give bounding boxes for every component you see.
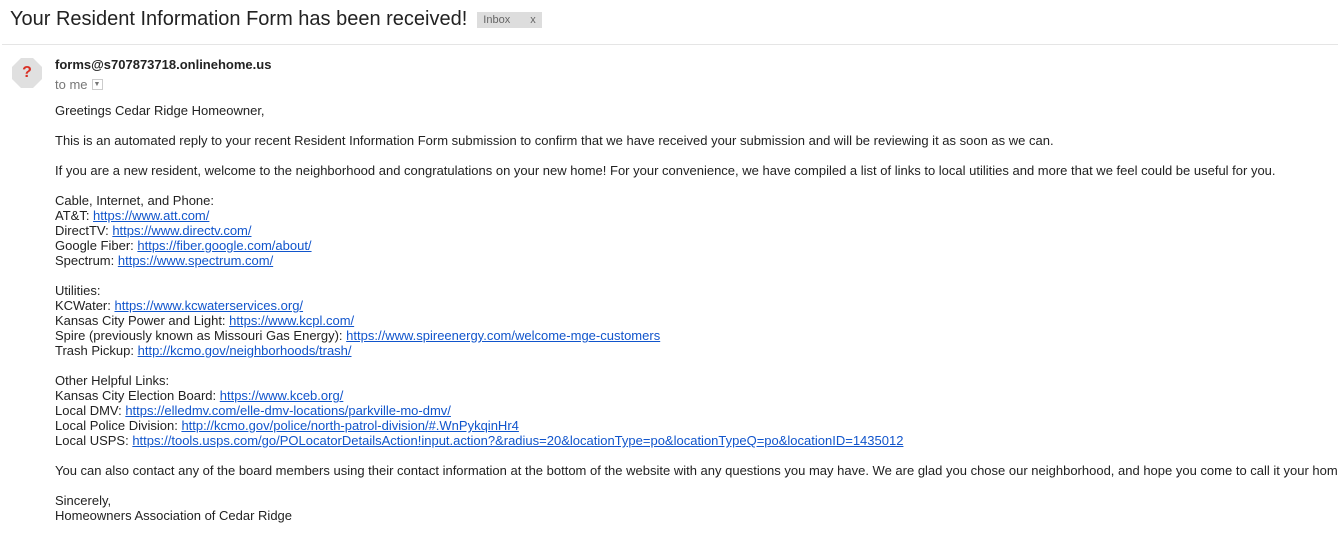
- link-label: Kansas City Election Board:: [55, 388, 220, 403]
- link[interactable]: https://www.kceb.org/: [220, 388, 344, 403]
- link-label: Kansas City Power and Light:: [55, 313, 230, 328]
- inbox-label[interactable]: Inbox x: [477, 11, 542, 28]
- link-group-heading: Other Helpful Links:: [55, 373, 170, 388]
- link-label: Google Fiber:: [55, 238, 138, 253]
- link[interactable]: https://fiber.google.com/about/: [137, 238, 311, 253]
- link[interactable]: https://www.kcwaterservices.org/: [114, 298, 303, 313]
- link-label: Spectrum:: [55, 253, 118, 268]
- signature: Homeowners Association of Cedar Ridge: [55, 508, 293, 523]
- link-group: Cable, Internet, and Phone: AT&T: https:/…: [55, 193, 1335, 268]
- link-label: Trash Pickup:: [55, 343, 138, 358]
- link-label: DirectTV:: [55, 223, 113, 238]
- link[interactable]: https://www.spectrum.com/: [118, 253, 273, 268]
- link-label: AT&T:: [55, 208, 94, 223]
- link-label: Local Police Division:: [55, 418, 182, 433]
- paragraph: You can also contact any of the board me…: [55, 463, 1338, 478]
- recipient-label: to me: [55, 77, 88, 92]
- email-body: Greetings Cedar Ridge Homeowner, This is…: [55, 103, 1338, 538]
- details-dropdown-icon[interactable]: ▼: [91, 79, 103, 90]
- paragraph: If you are a new resident, welcome to th…: [55, 163, 1276, 178]
- link[interactable]: https://www.att.com/: [93, 208, 209, 223]
- link-label: Local USPS:: [55, 433, 133, 448]
- link-label: KCWater:: [55, 298, 115, 313]
- divider: [2, 44, 1338, 45]
- link-group: Other Helpful Links: Kansas City Election…: [55, 373, 1335, 448]
- link-group-heading: Utilities:: [55, 283, 101, 298]
- link-label: Local DMV:: [55, 403, 126, 418]
- link-label: Spire (previously known as Missouri Gas …: [55, 328, 347, 343]
- link[interactable]: https://tools.usps.com/go/POLocatorDetai…: [132, 433, 903, 448]
- greeting: Greetings Cedar Ridge Homeowner,: [55, 103, 265, 118]
- email-subject-bar: Your Resident Information Form has been …: [10, 8, 542, 31]
- link[interactable]: http://kcmo.gov/neighborhoods/trash/: [138, 343, 352, 358]
- paragraph: This is an automated reply to your recen…: [55, 133, 1054, 148]
- sender-avatar-icon: ?: [12, 58, 42, 88]
- link[interactable]: https://elledmv.com/elle-dmv-locations/p…: [125, 403, 451, 418]
- email-subject: Your Resident Information Form has been …: [10, 8, 468, 30]
- recipient-info: to me ▼: [55, 77, 103, 92]
- closing: Sincerely, Homeowners Association of Ceda…: [55, 493, 1335, 523]
- link[interactable]: https://www.kcpl.com/: [229, 313, 354, 328]
- inbox-label-name[interactable]: Inbox: [483, 14, 510, 26]
- link[interactable]: https://www.directv.com/: [112, 223, 251, 238]
- link[interactable]: https://www.spireenergy.com/welcome-mge-…: [346, 328, 660, 343]
- link[interactable]: http://kcmo.gov/police/north-patrol-divi…: [181, 418, 518, 433]
- sender-email[interactable]: forms@s707873718.onlinehome.us: [55, 57, 271, 72]
- remove-label-button[interactable]: x: [530, 14, 536, 26]
- link-group: Utilities: KCWater: https://www.kcwaterse…: [55, 283, 1335, 358]
- closing-line: Sincerely,: [55, 493, 112, 508]
- link-group-heading: Cable, Internet, and Phone:: [55, 193, 215, 208]
